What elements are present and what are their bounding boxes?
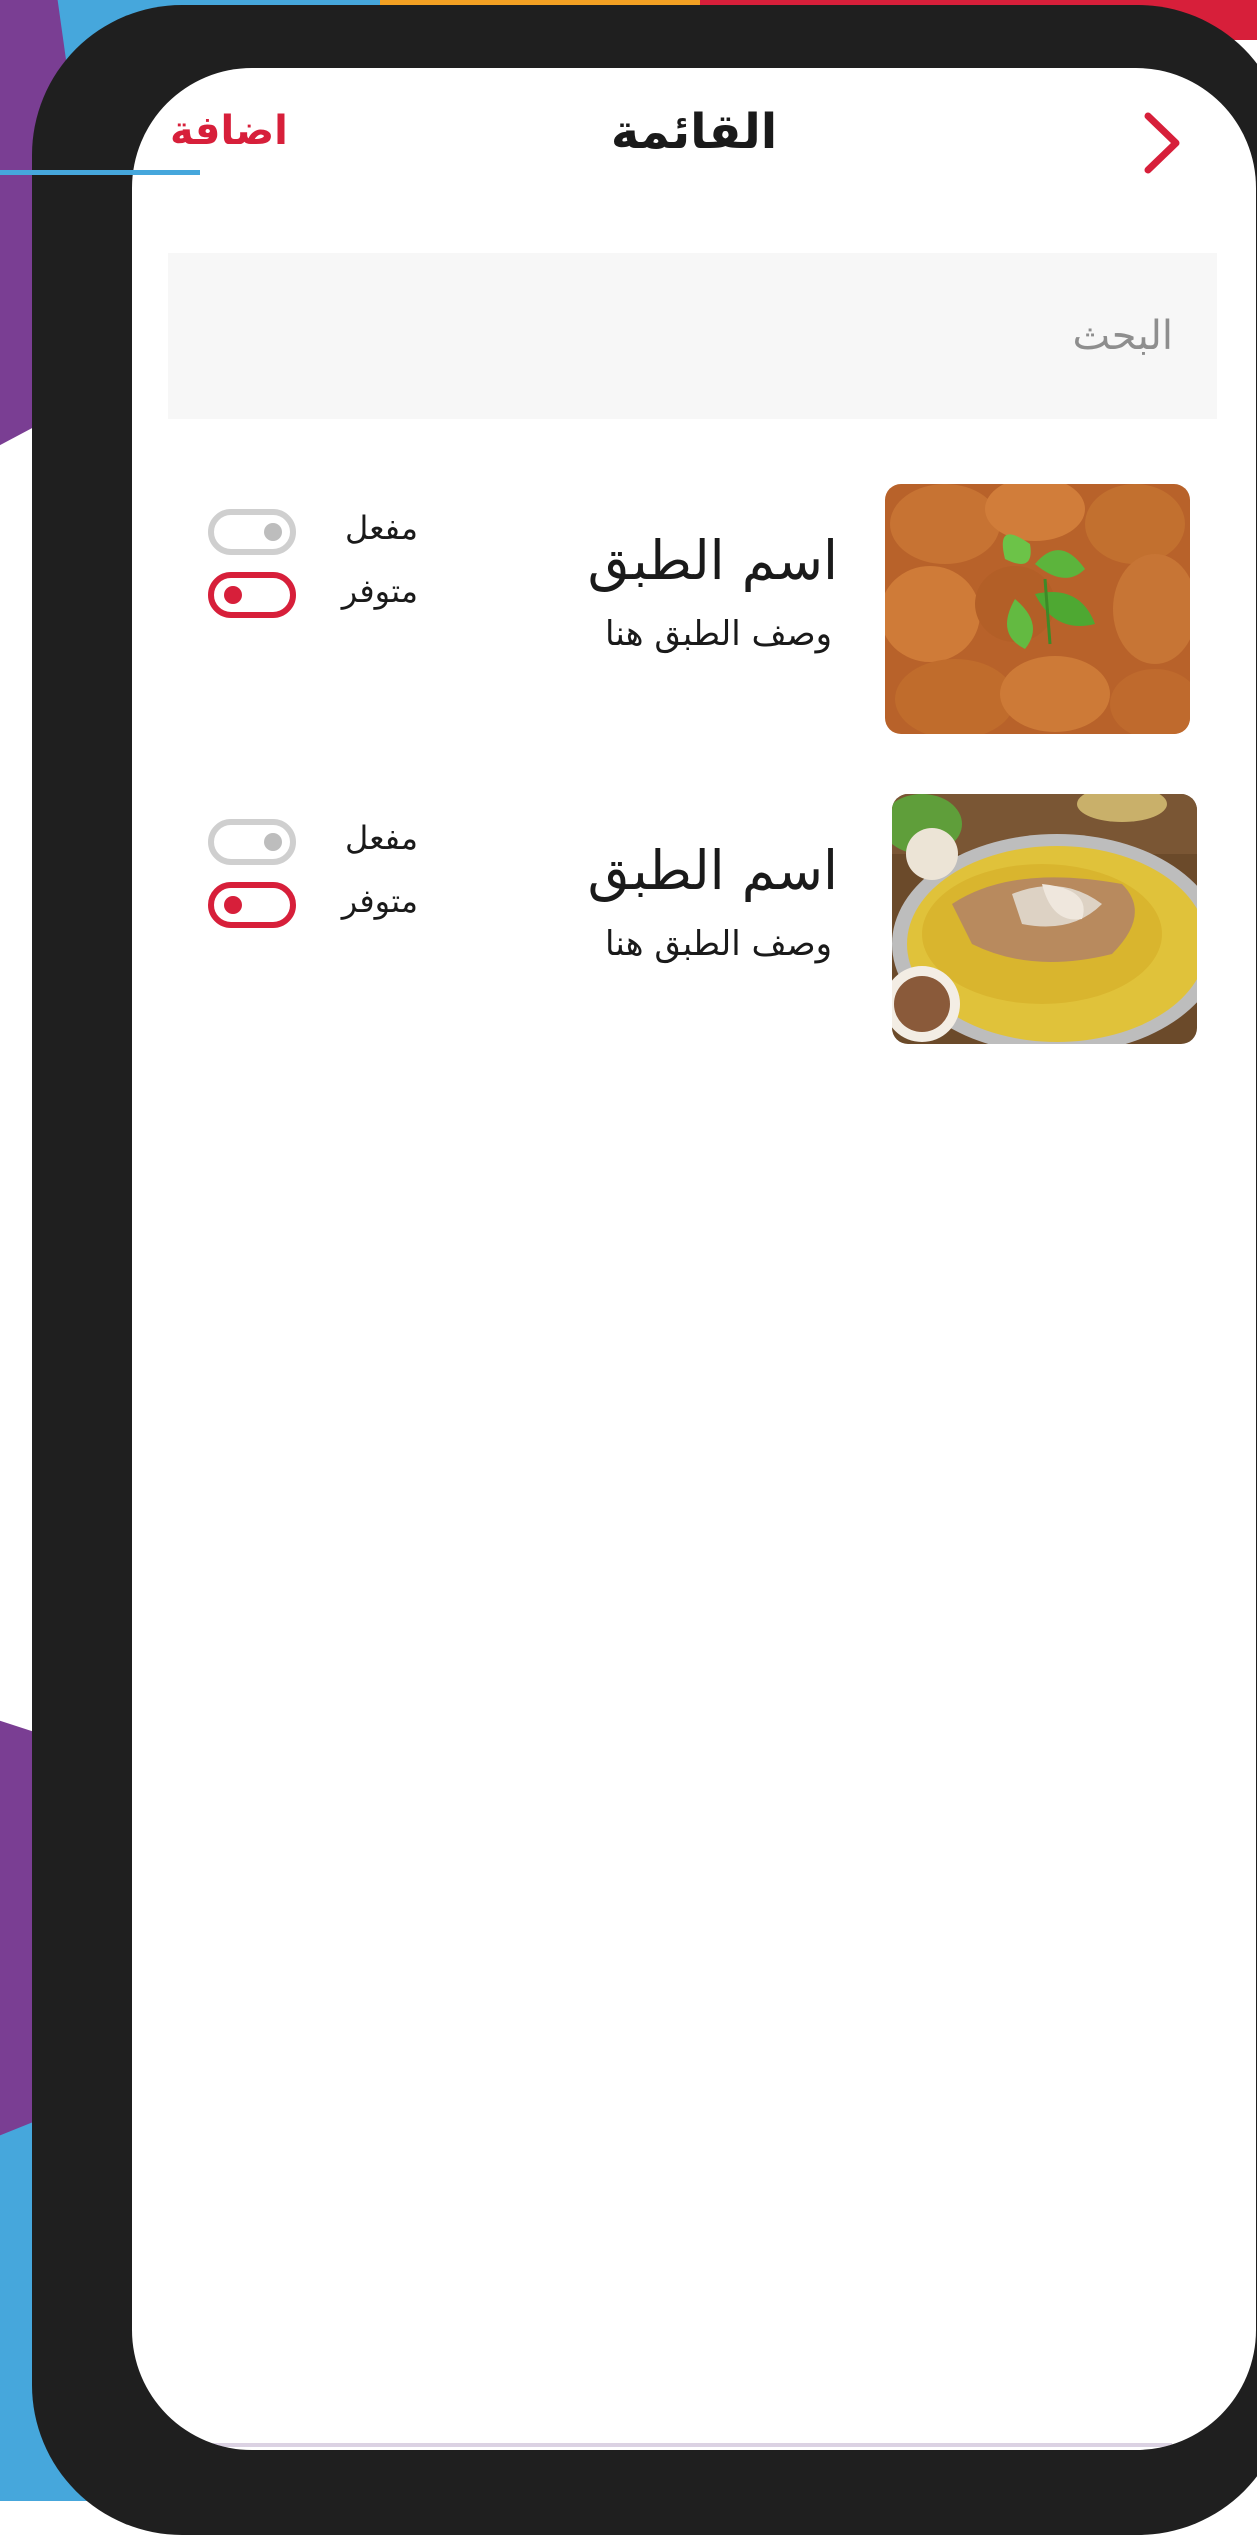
enabled-toggle[interactable] [208, 509, 296, 555]
search-input[interactable] [168, 253, 1217, 419]
enabled-toggle-row: مفعل [208, 509, 428, 559]
dish-image [892, 794, 1197, 1044]
dish-name: اسم الطبق [587, 839, 838, 902]
available-toggle[interactable] [208, 572, 296, 618]
available-label: متوفر [341, 882, 418, 920]
enabled-label: مفعل [345, 819, 418, 857]
toggle-knob [264, 523, 282, 541]
enabled-toggle-row: مفعل [208, 819, 428, 869]
phone-screen: اضافة القائمة البحث اسم الطبق وصف الطبق … [132, 68, 1256, 2450]
dish-description: وصف الطبق هنا [605, 614, 832, 654]
enabled-label: مفعل [345, 509, 418, 547]
page-title: القائمة [610, 104, 778, 160]
dish-description: وصف الطبق هنا [605, 924, 832, 964]
available-toggle-row: متوفر [208, 572, 428, 622]
list-item[interactable]: اسم الطبق وصف الطبق هنا مفعل متوفر [132, 794, 1256, 1044]
toggle-knob [224, 896, 242, 914]
phone-frame: اضافة القائمة البحث اسم الطبق وصف الطبق … [32, 5, 1257, 2535]
chevron-right-icon [1144, 112, 1180, 174]
home-indicator [212, 2443, 1172, 2447]
available-toggle[interactable] [208, 882, 296, 928]
toggle-knob [224, 586, 242, 604]
dish-image [885, 484, 1190, 734]
enabled-toggle[interactable] [208, 819, 296, 865]
available-label: متوفر [341, 572, 418, 610]
dish-name: اسم الطبق [587, 529, 838, 592]
header: اضافة القائمة [132, 68, 1256, 218]
decorative-line [0, 170, 200, 175]
toggle-knob [264, 833, 282, 851]
list-item[interactable]: اسم الطبق وصف الطبق هنا مفعل متوفر [132, 484, 1256, 734]
available-toggle-row: متوفر [208, 882, 428, 932]
back-button[interactable] [1132, 108, 1192, 178]
